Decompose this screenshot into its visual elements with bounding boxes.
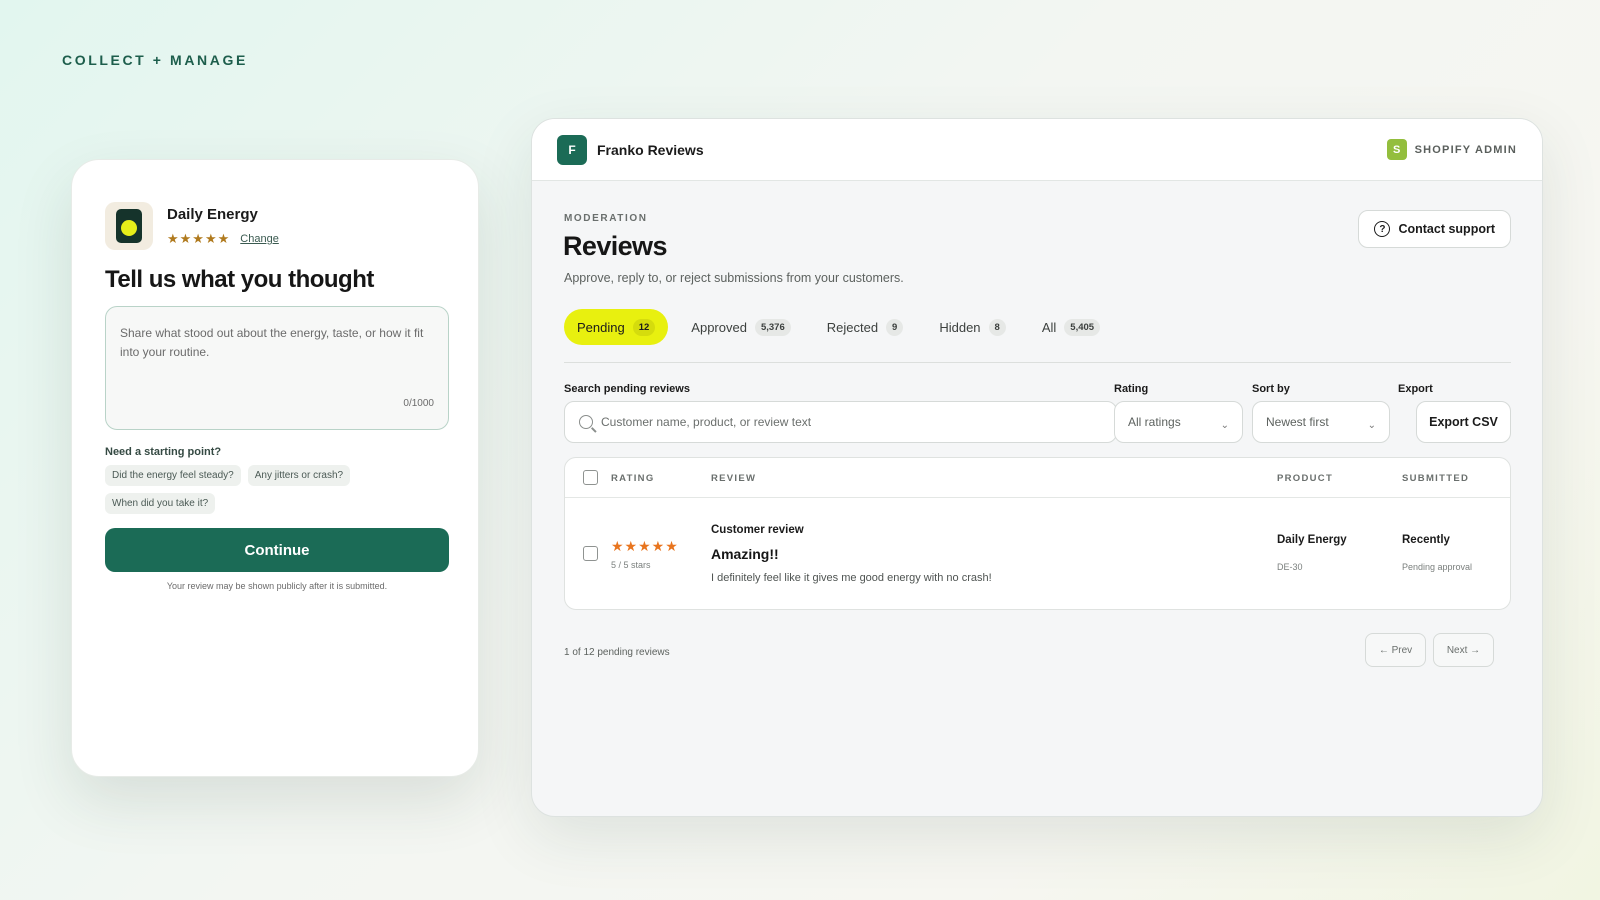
review-widget: Daily Energy ★★★★★ Change Tell us what y… [71,159,479,777]
pagination-summary: 1 of 12 pending reviews [564,647,670,658]
public-disclaimer: Your review may be shown publicly after … [166,581,388,591]
admin-window: F Franko Reviews S SHOPIFY ADMIN MODERAT… [531,118,1543,817]
character-counter: 0/1000 [403,398,434,409]
search-input[interactable] [601,415,1102,429]
select-all-checkbox[interactable] [583,470,598,485]
tab-count-badge: 8 [988,318,1006,336]
chevron-down-icon: ⌄ [1220,419,1229,431]
review-rating-stars: ★★★★★ [611,538,679,554]
tab-count-badge: 5,405 [1064,318,1101,336]
sort-select-value: Newest first [1266,415,1329,429]
product-info: Daily Energy ★★★★★ Change [167,206,279,247]
shopify-bag-icon: S [1386,139,1407,160]
review-status: Pending approval [1402,562,1473,572]
prompt-chip[interactable]: Did the energy feel steady? [105,465,241,486]
prompt-chip[interactable]: When did you take it? [105,493,216,514]
tab-count-badge: 5,376 [754,318,791,336]
product-meta: ★★★★★ Change [167,231,279,247]
selected-rating-stars[interactable]: ★★★★★ [167,231,230,247]
review-submitted: Recently [1402,534,1450,546]
prev-page-button[interactable]: ← Prev [1365,633,1426,667]
review-product: Daily Energy [1277,534,1347,546]
page-eyebrow: COLLECT + MANAGE [62,52,248,68]
rating-select-value: All ratings [1128,415,1181,429]
column-header-rating[interactable]: RATING [611,473,655,484]
table-header: RATING REVIEW PRODUCT SUBMITTED [565,458,1510,498]
change-product-link[interactable]: Change [240,233,279,245]
brand-logo-icon: F [557,134,587,165]
tab-all[interactable]: All 5,405 [1029,309,1113,345]
column-header-review[interactable]: REVIEW [711,473,756,484]
product-name: Daily Energy [167,206,258,223]
review-textarea[interactable] [120,324,434,388]
contact-support-button[interactable]: ? Contact support [1358,210,1511,248]
next-page-button[interactable]: Next → [1433,633,1494,667]
tab-count-badge: 9 [886,318,904,336]
page-title: Reviews [563,231,667,261]
tab-label: Pending [577,319,625,335]
tab-pending[interactable]: Pending 12 [564,309,669,345]
tab-label: All [1041,319,1057,335]
chevron-down-icon: ⌄ [1367,419,1376,431]
sort-select[interactable]: Newest first ⌄ [1252,401,1390,443]
shopify-admin-badge: S SHOPIFY ADMIN [1386,139,1517,160]
rating-select[interactable]: All ratings ⌄ [1114,401,1243,443]
rating-filter-label: Rating [1114,383,1149,395]
admin-topbar: F Franko Reviews S SHOPIFY ADMIN [532,119,1542,181]
column-header-submitted[interactable]: SUBMITTED [1402,473,1469,484]
tab-hidden[interactable]: Hidden 8 [926,309,1019,345]
starting-point-label: Need a starting point? [105,446,222,458]
tab-count-badge: 12 [632,318,656,336]
tab-approved[interactable]: Approved 5,376 [678,309,803,345]
review-type: Customer review [711,524,804,536]
energy-can-icon [116,209,142,243]
reviews-table: RATING REVIEW PRODUCT SUBMITTED ★★★★★ 5 … [564,457,1511,610]
widget-title: Tell us what you thought [105,266,374,293]
tab-label: Hidden [939,319,981,335]
review-title: Amazing!! [711,546,779,562]
table-row[interactable]: ★★★★★ 5 / 5 stars Customer review Amazin… [565,498,1510,609]
review-rating-text: 5 / 5 stars [611,560,651,570]
export-label: Export [1398,383,1433,395]
product-header: Daily Energy ★★★★★ Change [105,202,279,250]
review-textarea-container: 0/1000 [105,306,449,430]
page-subtitle: Approve, reply to, or reject submissions… [564,271,904,285]
contact-support-label: Contact support [1398,222,1495,236]
prompt-chips: Did the energy feel steady? Any jitters … [105,465,405,514]
sort-label: Sort by [1252,383,1290,395]
shopify-admin-label: SHOPIFY ADMIN [1414,143,1517,156]
row-select-checkbox[interactable] [583,546,598,561]
tab-rejected[interactable]: Rejected 9 [814,309,917,345]
column-header-product[interactable]: PRODUCT [1277,473,1333,484]
search-icon [579,415,593,429]
app-brand: F Franko Reviews [557,134,704,165]
status-tabs: Pending 12 Approved 5,376 Rejected 9 Hid… [564,309,1511,363]
search-field [564,401,1117,443]
brand-name: Franko Reviews [597,141,704,158]
prompt-chip[interactable]: Any jitters or crash? [247,465,351,486]
export-csv-button[interactable]: Export CSV [1416,401,1511,443]
review-product-sku: DE-30 [1277,562,1303,572]
section-label: MODERATION [564,213,648,224]
continue-button[interactable]: Continue [105,528,449,572]
search-label: Search pending reviews [564,383,690,395]
review-body: I definitely feel like it gives me good … [711,572,992,584]
help-question-icon: ? [1374,221,1391,237]
tab-label: Approved [691,319,747,335]
product-thumbnail [105,202,153,250]
tab-label: Rejected [826,319,879,335]
